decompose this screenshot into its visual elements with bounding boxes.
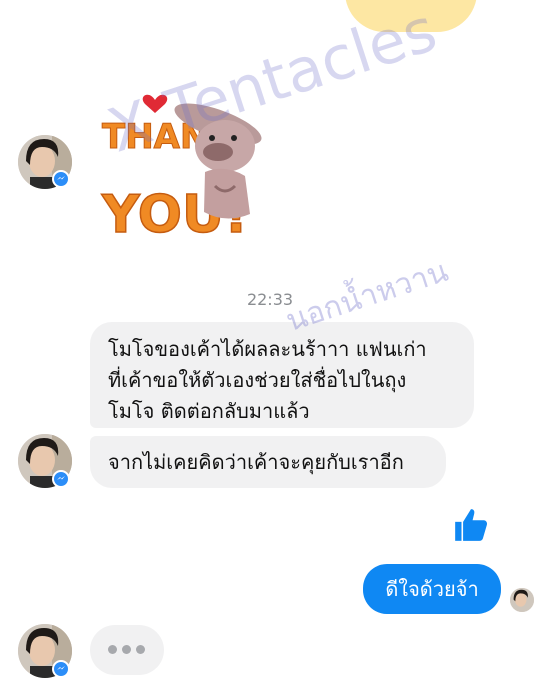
incoming-message-bubble[interactable]: จากไม่เคยคิดว่าเค้าจะคุยกับเราอีก — [90, 436, 446, 488]
messenger-icon — [52, 170, 70, 188]
typing-dot — [108, 645, 117, 654]
typing-dots-icon — [90, 625, 164, 675]
message-text-line: โมโจ ติดต่อกลับมาแล้ว — [108, 399, 310, 423]
previous-message-bubble[interactable] — [345, 0, 477, 32]
typing-dot — [122, 645, 131, 654]
messenger-icon — [52, 470, 70, 488]
outgoing-message-bubble[interactable]: ดีใจด้วยจ้า — [363, 564, 501, 614]
thank-you-sticker[interactable]: THANK YOU! — [100, 86, 270, 246]
message-text: จากไม่เคยคิดว่าเค้าจะคุยกับเราอีก — [108, 450, 404, 474]
message-timestamp: 22:33 — [246, 290, 294, 309]
typing-dot — [136, 645, 145, 654]
message-text-line: ที่เค้าขอให้ตัวเองช่วยใส่ชื่อไปในถุง — [108, 368, 407, 392]
read-receipt-avatar — [510, 588, 534, 612]
thumbs-up-icon[interactable] — [452, 506, 490, 548]
message-text-line: โมโจของเค้าได้ผลละนร้าาา แฟนเก่า — [108, 337, 427, 361]
incoming-message-bubble[interactable]: โมโจของเค้าได้ผลละนร้าาา แฟนเก่า ที่เค้า… — [90, 322, 474, 428]
messenger-icon — [52, 660, 70, 678]
